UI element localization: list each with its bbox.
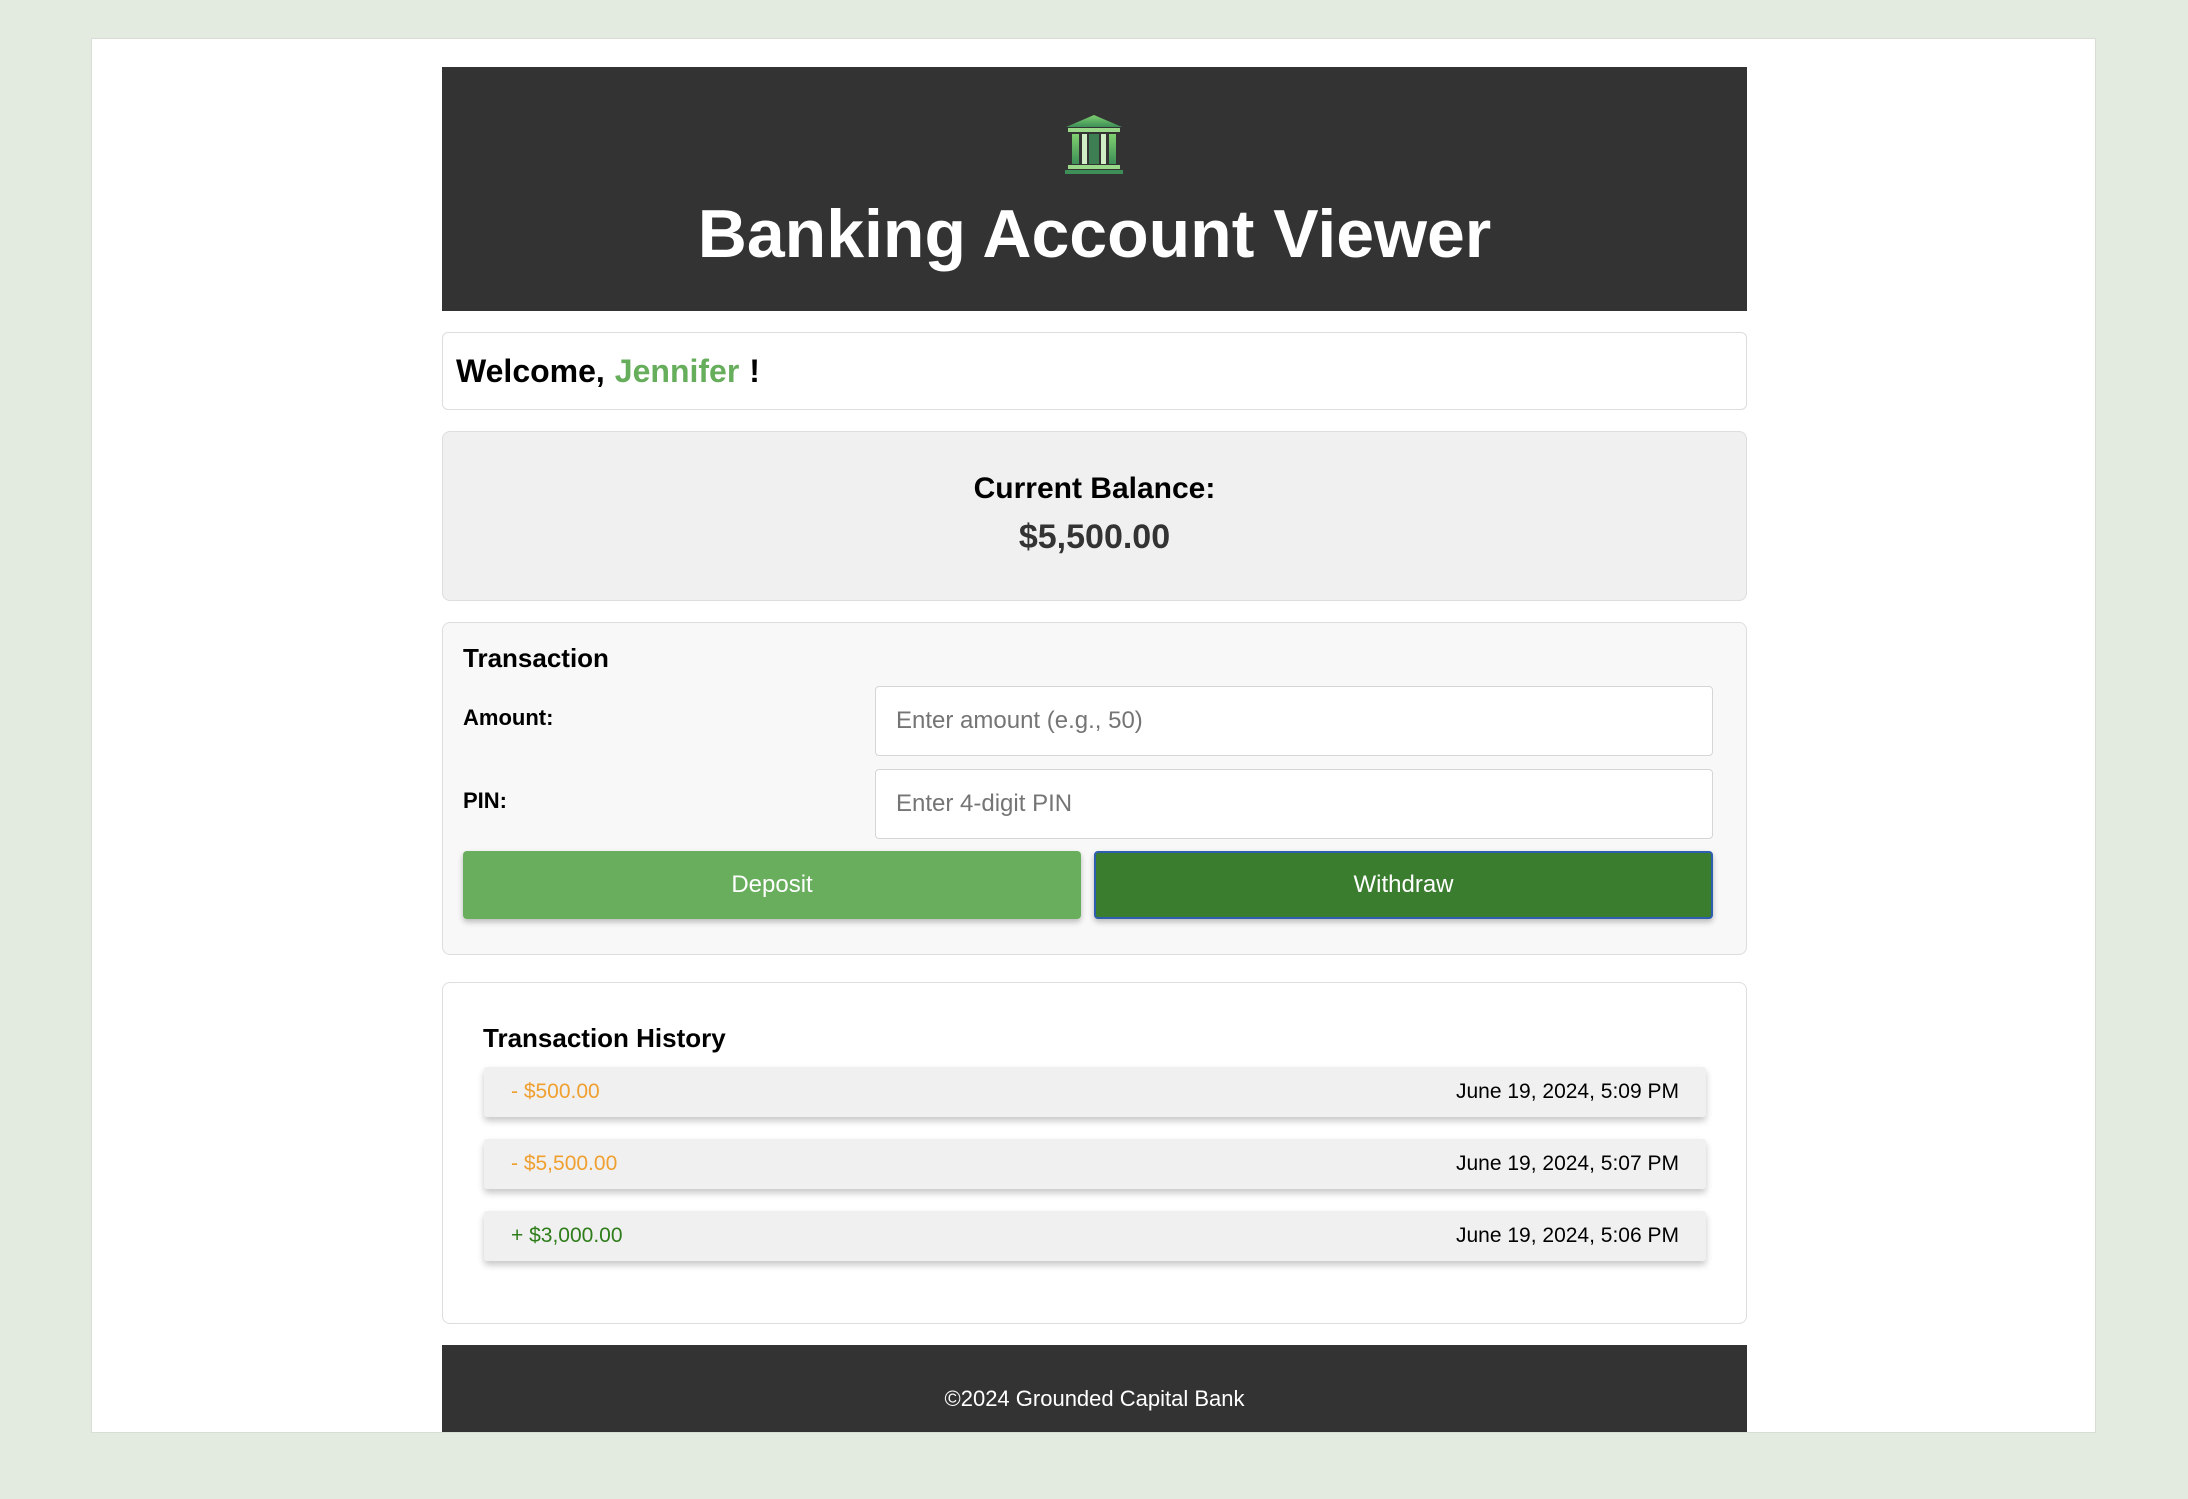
history-row: - $500.00 June 19, 2024, 5:09 PM [484,1067,1706,1117]
transaction-amount: - $5,500.00 [511,1152,618,1175]
history-title: Transaction History [483,1023,726,1053]
transaction-form: Transaction Amount: PIN: Deposit Withdra… [442,622,1747,955]
history-row: - $5,500.00 June 19, 2024, 5:07 PM [484,1139,1706,1189]
welcome-banner: Welcome, Jennifer ! [442,332,1747,410]
page-frame: Banking Account Viewer Welcome, Jennifer… [91,38,2096,1433]
history-row: + $3,000.00 June 19, 2024, 5:06 PM [484,1211,1706,1261]
page-title: Banking Account Viewer [697,196,1492,272]
header: Banking Account Viewer [442,67,1747,311]
amount-label: Amount: [463,705,554,730]
transaction-amount: + $3,000.00 [511,1224,623,1247]
transaction-title: Transaction [463,643,609,673]
transaction-date: June 19, 2024, 5:07 PM [1456,1152,1679,1175]
transaction-date: June 19, 2024, 5:06 PM [1456,1224,1679,1247]
welcome-prefix: Welcome, [456,352,605,389]
transaction-date: June 19, 2024, 5:09 PM [1456,1080,1679,1103]
balance-amount: $5,500.00 [1018,518,1171,556]
welcome-suffix: ! [749,352,760,389]
pin-label: PIN: [463,788,507,813]
balance-label: Current Balance: [973,472,1216,505]
transaction-amount: - $500.00 [511,1080,600,1103]
footer-text: ©2024 Grounded Capital Bank [944,1386,1245,1411]
bank-icon [1065,115,1123,174]
pin-input[interactable] [875,769,1713,839]
balance-card: Current Balance: $5,500.00 [442,431,1747,601]
amount-input[interactable] [875,686,1713,756]
footer: ©2024 Grounded Capital Bank [442,1345,1747,1432]
user-name: Jennifer [614,352,740,389]
deposit-button[interactable]: Deposit [463,851,1081,919]
app-container: Banking Account Viewer Welcome, Jennifer… [442,67,1747,1432]
transaction-history: Transaction History - $500.00 June 19, 2… [442,982,1747,1324]
withdraw-button[interactable]: Withdraw [1094,851,1713,919]
